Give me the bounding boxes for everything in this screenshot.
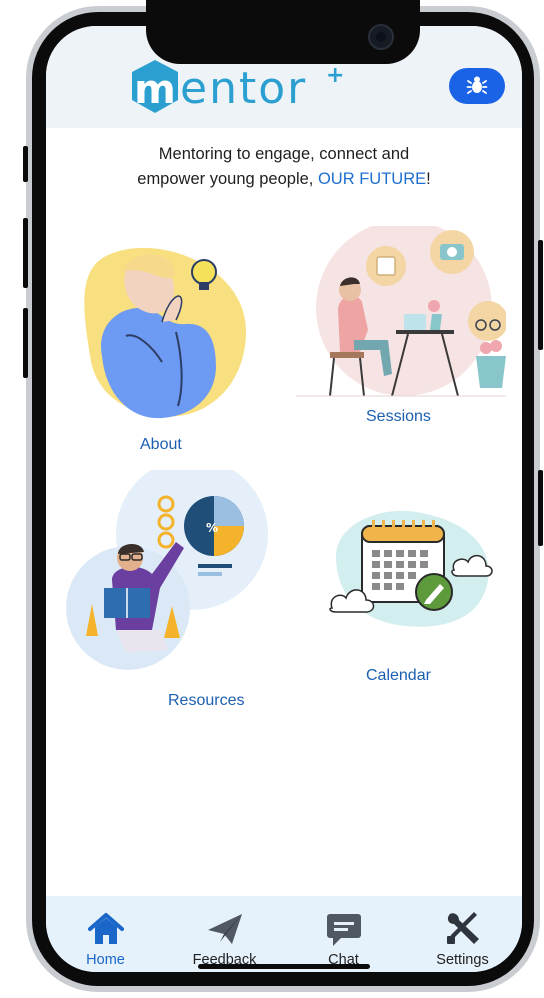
- mentor-logo: m entor +: [128, 56, 358, 118]
- tile-calendar[interactable]: Calendar: [316, 496, 506, 696]
- tagline: Mentoring to engage, connect and empower…: [46, 142, 522, 192]
- tab-feedback[interactable]: Feedback: [165, 896, 284, 972]
- side-button: [538, 470, 543, 546]
- tile-about[interactable]: About: [66, 236, 266, 453]
- tab-chat[interactable]: Chat: [284, 896, 403, 972]
- wrench-screwdriver-icon: [447, 912, 479, 944]
- tab-home[interactable]: Home: [46, 896, 165, 972]
- person-at-desk-illustration: [296, 226, 506, 397]
- mute-switch: [23, 146, 28, 182]
- logo-text: entor: [180, 63, 307, 114]
- tagline-highlight: OUR FUTURE: [317, 170, 427, 188]
- tile-sessions[interactable]: Sessions: [296, 226, 506, 426]
- tile-about-label: About: [140, 436, 182, 453]
- tile-calendar-label: Calendar: [366, 667, 431, 684]
- tab-settings-label: Settings: [436, 952, 489, 968]
- volume-down-button: [23, 308, 28, 378]
- calendar-clouds-illustration: [329, 510, 493, 627]
- bug-report-button[interactable]: [449, 68, 505, 104]
- tab-settings[interactable]: Settings: [403, 896, 522, 972]
- svg-text:m: m: [134, 67, 176, 113]
- app-screen: m entor + Mentoring to engage, connect a…: [46, 26, 522, 972]
- tile-resources[interactable]: % Resources: [56, 470, 276, 709]
- tagline-line-2: empower young people, OUR FUTURE!: [137, 170, 431, 188]
- home-indicator: [198, 964, 370, 969]
- chat-bubble-icon: [327, 914, 361, 946]
- reading-person-charts-illustration: %: [66, 470, 268, 670]
- thinking-person-illustration: [84, 247, 246, 419]
- bug-icon: [466, 76, 488, 94]
- tile-sessions-label: Sessions: [366, 408, 431, 425]
- volume-up-button: [23, 218, 28, 288]
- tab-home-label: Home: [86, 952, 125, 968]
- tile-resources-label: Resources: [168, 692, 245, 709]
- front-camera: [368, 24, 394, 50]
- paper-plane-icon: [208, 914, 242, 944]
- home-icon: [88, 913, 124, 944]
- tagline-line-1: Mentoring to engage, connect and: [158, 145, 410, 163]
- svg-text:%: %: [206, 521, 218, 535]
- bottom-tab-bar: Home Feedback Chat Settings: [46, 896, 522, 972]
- logo-plus: +: [326, 63, 344, 88]
- power-button: [538, 240, 543, 350]
